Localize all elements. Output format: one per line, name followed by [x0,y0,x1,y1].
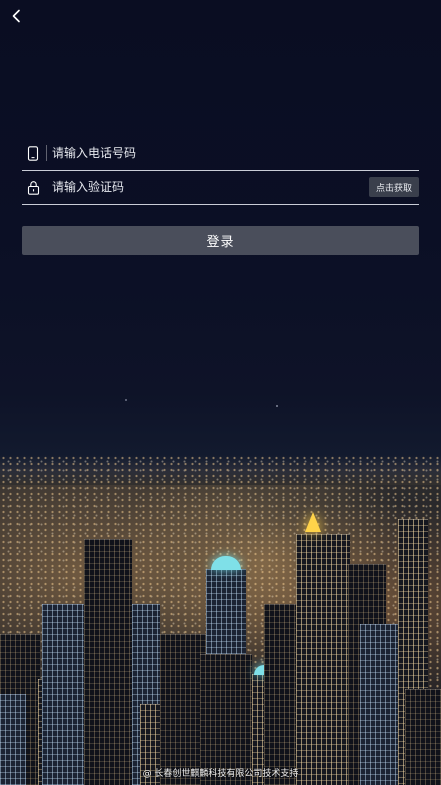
chevron-left-icon [11,9,21,23]
field-divider [46,145,47,161]
lock-icon [24,178,42,196]
phone-icon [24,144,42,162]
phone-field [22,136,419,171]
back-button[interactable] [4,4,28,28]
login-screen: 点击获取 登录 @ 长春创世麒麟科技有限公司技术支持 [0,0,441,785]
city-skyline-background [0,455,441,785]
verification-code-input[interactable] [52,174,369,200]
footer-credit: @ 长春创世麒麟科技有限公司技术支持 [142,769,299,779]
star [125,399,127,401]
verification-code-field: 点击获取 [22,170,419,205]
building [296,534,350,785]
building [84,539,132,785]
field-divider [46,179,47,195]
building-spire [305,512,321,532]
phone-input[interactable] [52,140,419,166]
building [264,604,298,785]
login-button[interactable]: 登录 [22,226,419,255]
get-code-button[interactable]: 点击获取 [369,177,419,197]
star [276,405,278,407]
